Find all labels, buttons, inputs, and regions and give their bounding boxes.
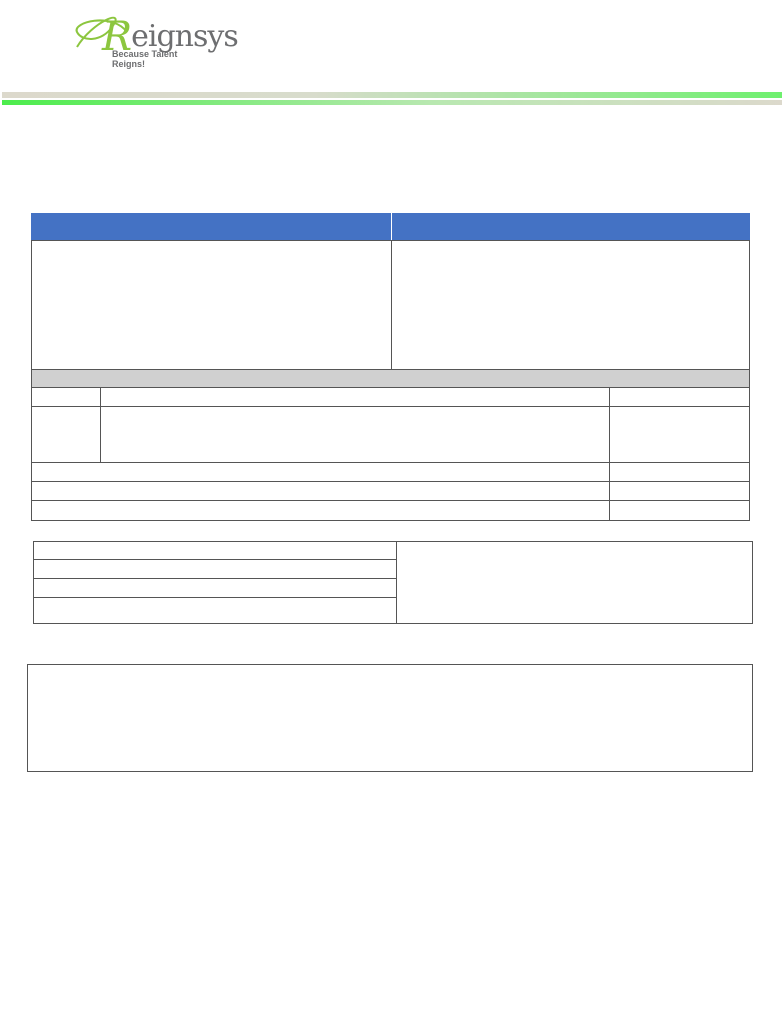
notes-box [27, 664, 753, 772]
row-cell [100, 387, 610, 407]
company-logo: Reignsys Because Talent Reigns! [72, 2, 239, 69]
row-cell [609, 406, 750, 463]
total-row-value [609, 481, 750, 501]
total-row-value [609, 500, 750, 521]
row-cell [609, 387, 750, 407]
row-cell [31, 406, 101, 463]
payment-row [33, 559, 397, 579]
total-row-label [31, 462, 610, 482]
body-cell-left [31, 240, 392, 370]
row-cell [100, 406, 610, 463]
payment-side-cell [396, 541, 753, 624]
header-rule-top [2, 92, 782, 98]
header-cell-left [31, 213, 391, 241]
payment-row [33, 597, 397, 624]
payment-row [33, 541, 397, 560]
total-row-value [609, 462, 750, 482]
total-row-label [31, 481, 610, 501]
payment-row [33, 578, 397, 598]
body-cell-right [391, 240, 750, 370]
total-row-label [31, 500, 610, 521]
header-rule-bottom [2, 100, 782, 105]
section-bar [31, 369, 750, 388]
header-cell-right [391, 213, 750, 241]
